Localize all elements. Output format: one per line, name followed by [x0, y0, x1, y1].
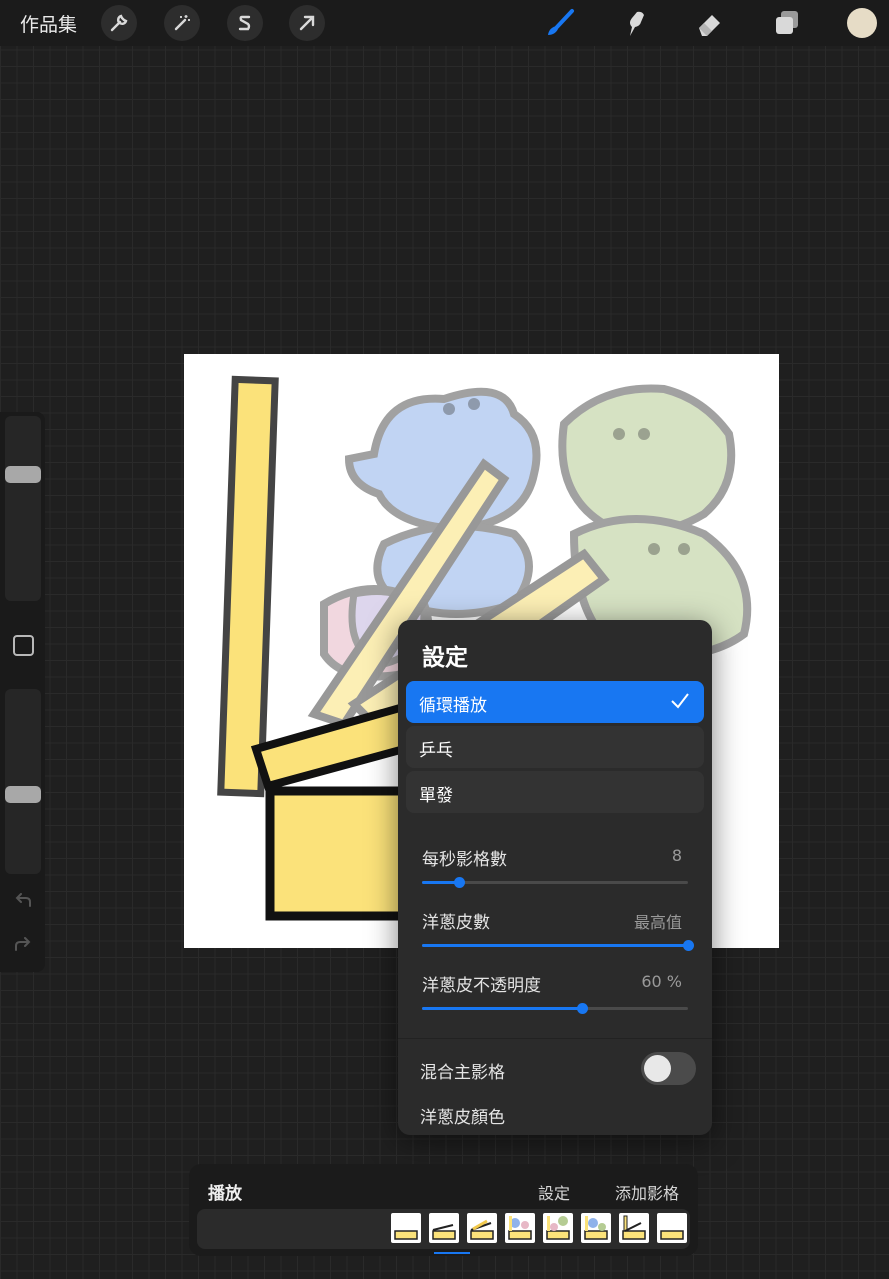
fps-value: 8	[671, 846, 682, 865]
eraser-icon[interactable]	[693, 6, 727, 40]
checkmark-icon	[671, 693, 689, 709]
fps-slider-knob[interactable]	[454, 877, 466, 888]
brush-size-slider[interactable]	[5, 416, 41, 601]
timeline-frame[interactable]	[391, 1213, 421, 1243]
opacity-slider[interactable]	[5, 689, 41, 874]
playback-mode-loop[interactable]: 循環播放	[406, 681, 704, 723]
timeline-frame[interactable]	[467, 1213, 497, 1243]
gallery-button[interactable]: 作品集	[20, 10, 77, 37]
onion-skin-frames-value: 最高值	[633, 913, 682, 932]
playback-mode-oneshot[interactable]: 單發	[406, 771, 704, 813]
undo-icon[interactable]	[12, 890, 34, 912]
toggle-knob	[644, 1055, 671, 1082]
brush-size-knob[interactable]	[5, 466, 41, 484]
magic-wand-icon[interactable]	[164, 5, 200, 41]
play-button[interactable]: 播放	[208, 1179, 242, 1204]
onion-skin-opacity-knob[interactable]	[576, 1003, 588, 1014]
top-toolbar: 作品集	[0, 0, 889, 46]
opacity-knob[interactable]	[5, 786, 41, 804]
onion-skin-opacity-value: 60 %	[641, 972, 682, 991]
playback-mode-label: 單發	[419, 786, 453, 806]
timeline-frame[interactable]	[505, 1213, 535, 1243]
timeline-frame[interactable]	[581, 1213, 611, 1243]
onion-skin-colors-button[interactable]: 洋蔥皮顏色	[420, 1103, 505, 1128]
timeline-frame[interactable]	[657, 1213, 687, 1243]
timeline-frame[interactable]	[429, 1213, 459, 1243]
onion-skin-opacity-label: 洋蔥皮不透明度	[422, 976, 541, 996]
settings-button[interactable]: 設定	[538, 1180, 570, 1204]
blend-primary-toggle[interactable]	[641, 1052, 696, 1085]
animation-settings-popup: 設定 循環播放 乒乓 單發 每秒影格數 8 洋蔥皮數 最高值 洋蔥皮不透明度 6…	[398, 620, 712, 1135]
playback-mode-pingpong[interactable]: 乒乓	[406, 726, 704, 768]
animation-assist-panel: 播放 設定 添加影格	[189, 1164, 698, 1256]
arrow-icon[interactable]	[289, 5, 325, 41]
smudge-icon[interactable]	[618, 6, 652, 40]
onion-skin-frames-knob[interactable]	[683, 940, 694, 951]
brush-icon[interactable]	[543, 6, 577, 40]
fps-label: 每秒影格數	[422, 850, 507, 870]
current-frame-indicator	[434, 1252, 470, 1254]
timeline-frame[interactable]	[619, 1213, 649, 1243]
color-swatch[interactable]	[847, 8, 877, 38]
playback-mode-label: 循環播放	[419, 696, 487, 716]
selection-s-icon[interactable]	[227, 5, 263, 41]
wrench-icon[interactable]	[101, 5, 137, 41]
timeline[interactable]	[197, 1209, 690, 1254]
playback-mode-label: 乒乓	[419, 741, 453, 761]
onion-skin-frames-slider[interactable]	[422, 940, 694, 951]
onion-skin-opacity-slider[interactable]	[422, 1003, 688, 1014]
redo-icon[interactable]	[12, 934, 34, 956]
layers-icon[interactable]	[770, 6, 804, 40]
left-sidebar	[0, 412, 45, 972]
timeline-frame[interactable]	[543, 1213, 573, 1243]
fps-slider[interactable]	[422, 877, 688, 888]
popup-title: 設定	[422, 645, 468, 671]
add-frame-button[interactable]: 添加影格	[615, 1180, 679, 1204]
modify-square-icon[interactable]	[13, 635, 34, 656]
blend-primary-label: 混合主影格	[420, 1063, 505, 1083]
onion-skin-frames-label: 洋蔥皮數	[422, 913, 490, 933]
divider	[398, 1038, 712, 1039]
